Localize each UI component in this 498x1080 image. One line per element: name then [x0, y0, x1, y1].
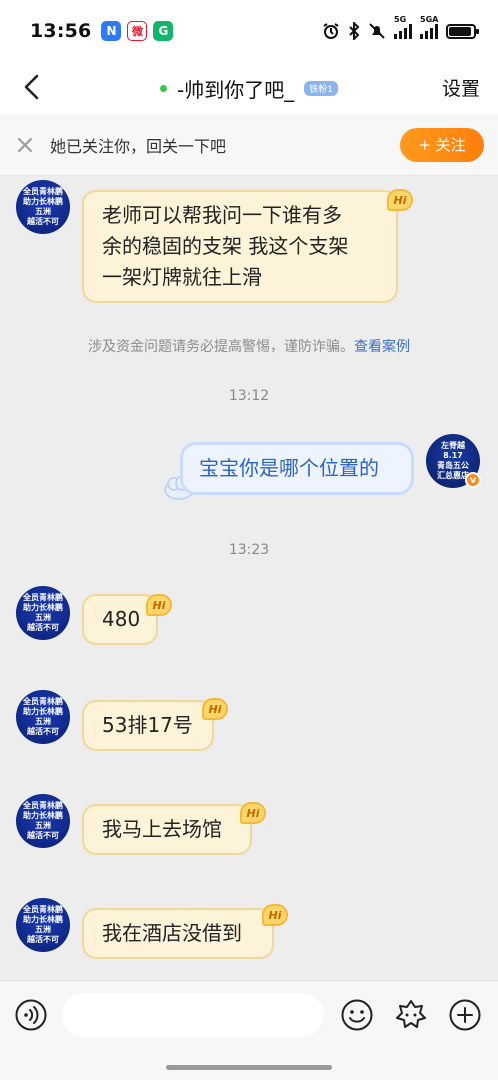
message-text: 480 — [102, 607, 141, 631]
follow-back-bar: 她已关注你，回关一下吧 + 关注 — [0, 114, 498, 176]
plus-icon[interactable] — [448, 998, 482, 1032]
status-time: 13:56 — [30, 20, 92, 42]
avatar-text-line: 全员青林鹏 — [23, 593, 63, 602]
battery-icon — [446, 23, 479, 39]
avatar-text-line: 五洲 — [35, 821, 51, 830]
hi-badge-icon: Hi — [202, 698, 228, 720]
avatar-text-line: 青岛五公 — [437, 461, 469, 470]
battery-fill — [449, 26, 471, 36]
fraud-warning-text: 涉及资金问题请务必提高警惕，谨防诈骗。 — [88, 339, 354, 355]
contact-avatar[interactable]: 全员青林鹏 助力长林鹏 五洲 越活不可 — [16, 586, 70, 640]
avatar-text-line: 五洲 — [35, 207, 51, 216]
message-text-line: 余的稳固的支架 我这个支架 — [102, 234, 349, 258]
hi-badge-icon: Hi — [146, 594, 172, 616]
settings-button[interactable]: 设置 — [442, 74, 480, 101]
chat-header: -帅到你了吧_ 铁粉1 设置 — [0, 62, 498, 114]
avatar-text-line: 五洲 — [35, 717, 51, 726]
voice-icon[interactable] — [14, 998, 48, 1032]
weibo-app-icon: 微 — [127, 21, 148, 41]
avatar-text-line: 越活不可 — [27, 935, 59, 944]
fraud-warning-notice: 涉及资金问题请务必提高警惕，谨防诈骗。查看案例 — [0, 336, 498, 356]
online-status-dot — [160, 84, 168, 92]
signal-5g-label: 5G — [394, 15, 407, 24]
status-bar: 13:56 N 微 G 5G 5GA — [0, 0, 498, 62]
avatar-text-line: 左脊越8.17 — [441, 441, 465, 460]
close-icon[interactable] — [14, 134, 36, 156]
incoming-message-bubble[interactable]: 53排17号 — [82, 700, 214, 751]
avatar-text-line: 助力长林鹏 — [23, 197, 63, 206]
contact-avatar[interactable]: 全员青林鹏 助力长林鹏 五洲 越活不可 — [16, 794, 70, 848]
timestamp-separator: 13:23 — [228, 542, 270, 558]
contact-avatar[interactable]: 全员青林鹏 助力长林鹏 五洲 越活不可 — [16, 690, 70, 744]
status-app-icons: N 微 G — [101, 21, 174, 41]
timestamp-separator: 13:12 — [228, 388, 270, 404]
mute-icon — [369, 23, 385, 39]
message-list[interactable]: 全员青林鹏 助力长林鹏 五洲 越活不可 老师可以帮我问一下谁有多 余的稳固的支架… — [0, 176, 498, 980]
sticker-icon[interactable] — [394, 998, 428, 1032]
avatar-text-line: 越活不可 — [27, 217, 59, 226]
message-text: 我马上去场馆 — [102, 817, 222, 841]
avatar-text-line: 越活不可 — [27, 623, 59, 632]
follow-button[interactable]: + 关注 — [400, 127, 484, 162]
emoji-icon[interactable] — [340, 998, 374, 1032]
status-indicators: 5G 5GA — [322, 15, 479, 40]
incoming-message-bubble[interactable]: 老师可以帮我问一下谁有多 余的稳固的支架 我这个支架 一架灯牌就往上滑 — [82, 190, 398, 303]
outgoing-message-bubble[interactable]: 宝宝你是哪个位置的 — [180, 442, 414, 495]
avatar-text-line: 越活不可 — [27, 727, 59, 736]
hi-badge-icon: Hi — [387, 189, 413, 211]
verified-badge-icon: v — [465, 472, 481, 488]
avatar-text-line: 全员青林鹏 — [23, 697, 63, 706]
chat-title-group: -帅到你了吧_ 铁粉1 — [160, 74, 338, 103]
hi-badge-icon: Hi — [240, 802, 266, 824]
home-indicator[interactable] — [166, 1065, 332, 1070]
incoming-message-bubble[interactable]: 我在酒店没借到 — [82, 908, 274, 959]
signal-5ga-label: 5GA — [420, 15, 439, 24]
fan-level-badge: 铁粉1 — [304, 80, 338, 96]
hi-badge-icon: Hi — [262, 904, 288, 926]
alarm-icon — [323, 23, 339, 39]
message-text: 我在酒店没借到 — [102, 921, 242, 945]
green-app-icon: G — [153, 21, 174, 41]
message-text: 宝宝你是哪个位置的 — [199, 456, 379, 480]
bluetooth-icon — [349, 22, 360, 40]
chevron-left-icon[interactable] — [18, 72, 48, 102]
message-text-line: 老师可以帮我问一下谁有多 — [102, 203, 342, 227]
avatar-text-line: 全员青林鹏 — [23, 187, 63, 196]
message-input[interactable] — [62, 993, 324, 1037]
signal-5g-icon: 5G — [394, 15, 412, 39]
view-cases-link[interactable]: 查看案例 — [354, 339, 410, 355]
avatar-text-line: 五洲 — [35, 925, 51, 934]
avatar-text-line: 助力长林鹏 — [23, 707, 63, 716]
contact-avatar[interactable]: 全员青林鹏 助力长林鹏 五洲 越活不可 — [16, 898, 70, 952]
avatar-text-line: 越活不可 — [27, 831, 59, 840]
incoming-message-bubble[interactable]: 我马上去场馆 — [82, 804, 252, 855]
avatar-text-line: 助力长林鹏 — [23, 915, 63, 924]
message-text: 53排17号 — [102, 713, 193, 737]
chat-title: -帅到你了吧_ — [177, 77, 295, 102]
contact-avatar[interactable]: 全员青林鹏 助力长林鹏 五洲 越活不可 — [16, 180, 70, 234]
message-input-bar — [0, 980, 498, 1080]
avatar-text-line: 五洲 — [35, 613, 51, 622]
avatar-text-line: 助力长林鹏 — [23, 811, 63, 820]
signal-5ga-icon: 5GA — [420, 15, 438, 39]
avatar-text-line: 全员青林鹏 — [23, 801, 63, 810]
avatar-text-line: 全员青林鹏 — [23, 905, 63, 914]
follow-back-prompt: 她已关注你，回关一下吧 — [50, 136, 227, 156]
message-text-line: 一架灯牌就往上滑 — [102, 265, 262, 289]
follow-button-label: + 关注 — [418, 136, 466, 154]
avatar-text-line: 助力长林鹏 — [23, 603, 63, 612]
nfc-app-icon: N — [101, 21, 122, 41]
